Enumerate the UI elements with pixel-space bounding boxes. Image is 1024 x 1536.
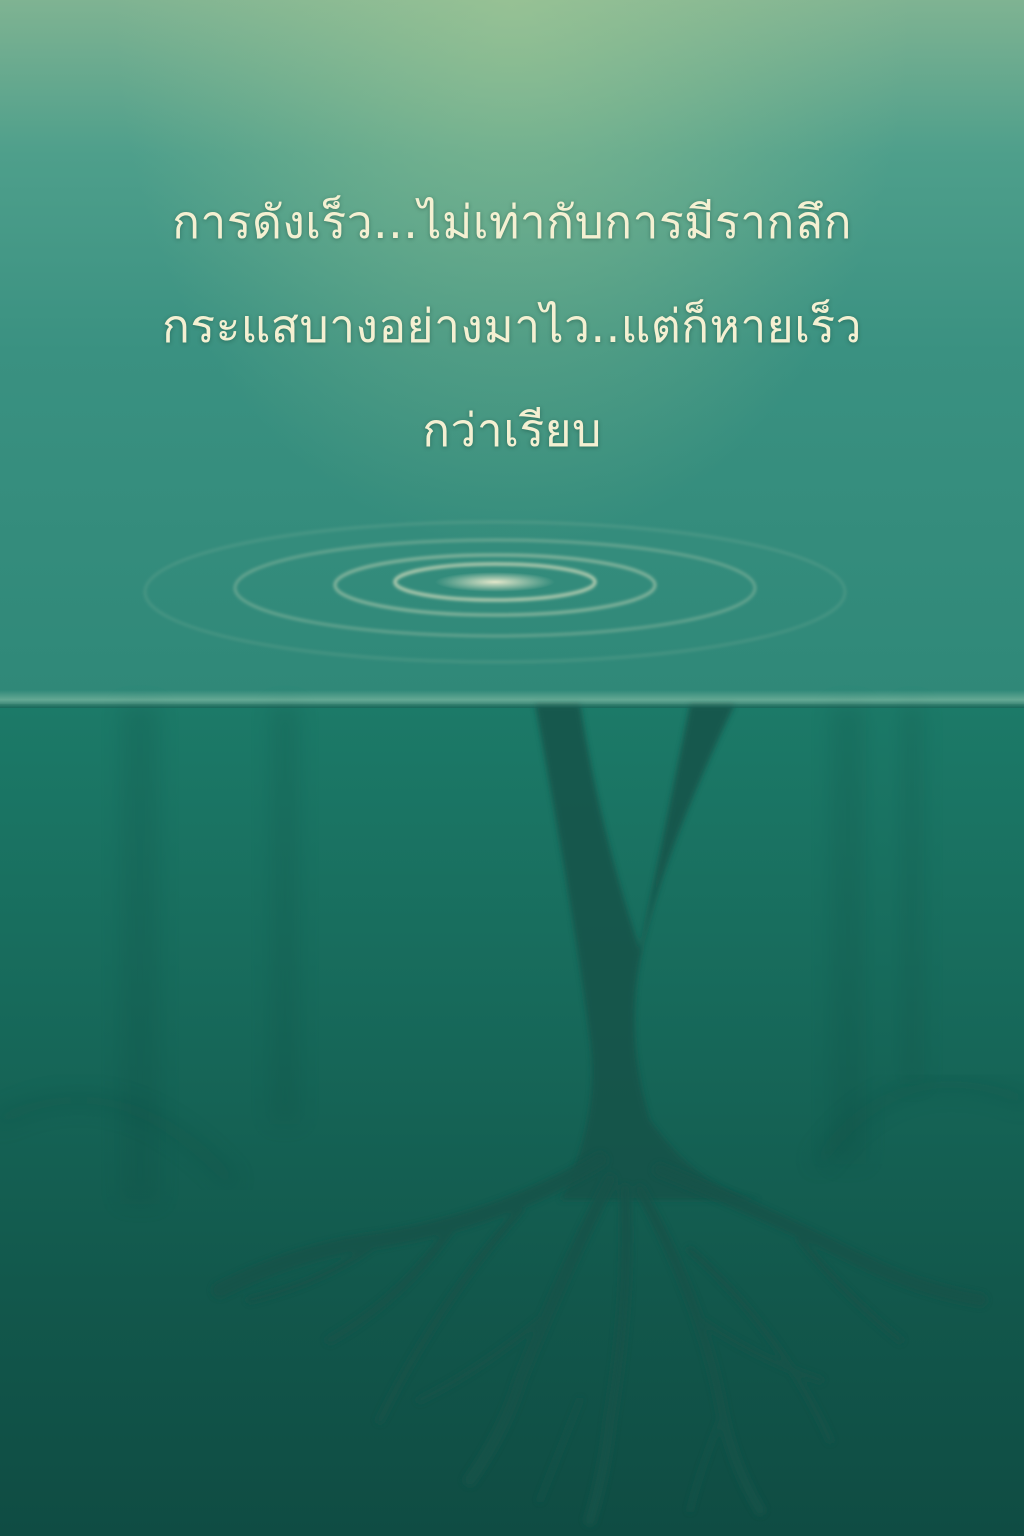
quote-line-3: กว่าเรียบ <box>422 403 602 457</box>
quote-line-1: การดังเร็ว...ไม่เท่ากับการมีรากลึก <box>172 195 852 249</box>
poster: การดังเร็ว...ไม่เท่ากับการมีรากลึก กระแส… <box>0 0 1024 1536</box>
water-surface-line <box>0 690 1024 708</box>
quote-text: การดังเร็ว...ไม่เท่ากับการมีรากลึก กระแส… <box>60 170 964 482</box>
quote-line-2: กระแสบางอย่างมาไว..แต่ก็หายเร็ว <box>162 299 862 353</box>
